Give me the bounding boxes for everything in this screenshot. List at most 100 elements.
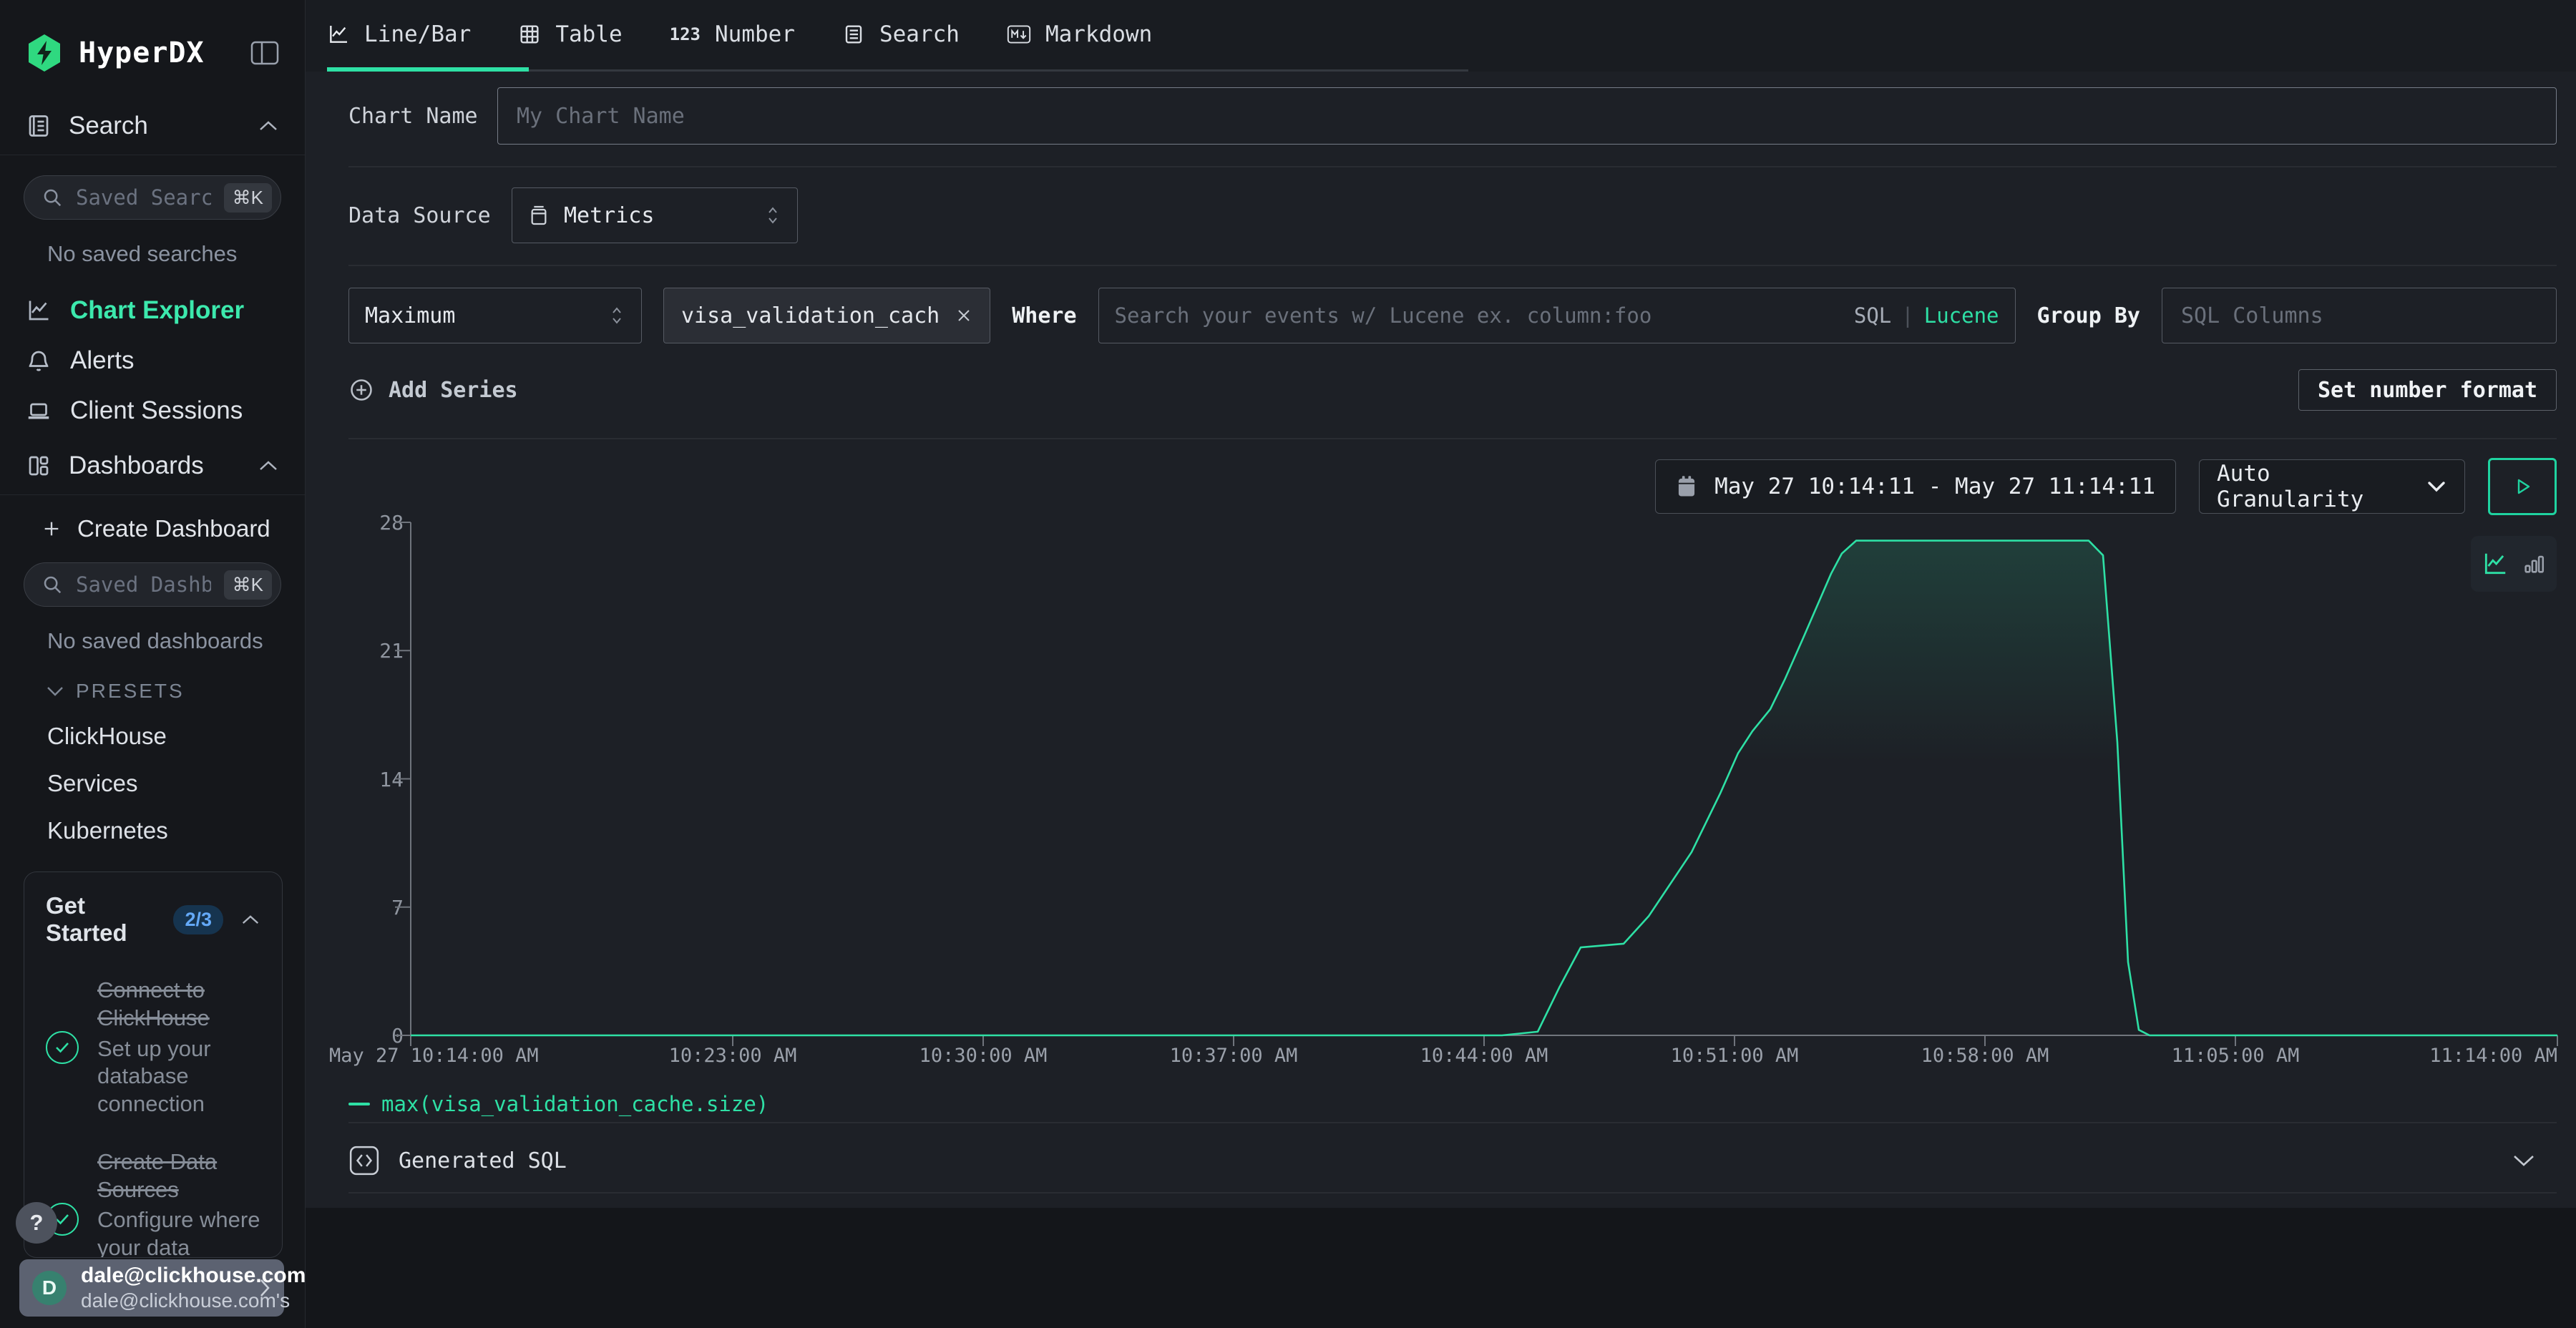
- tab-line-bar[interactable]: Line/Bar: [327, 21, 471, 72]
- app-title: HyperDX: [79, 36, 205, 69]
- presets-label: PRESETS: [76, 680, 185, 703]
- sidebar-section-dashboards[interactable]: Dashboards: [0, 451, 305, 480]
- chevron-right-icon: [258, 1277, 271, 1299]
- chart-legend[interactable]: max(visa_validation_cache.size): [348, 1092, 2557, 1116]
- chart-builder-panel: Chart Name Data Source Metrics: [306, 72, 2576, 1328]
- saved-searches-input[interactable]: Saved Searches ⌘K: [24, 175, 281, 220]
- get-started-card: Get Started 2/3 Connect to ClickHouse Se…: [24, 872, 283, 1258]
- app-window: HyperDX Search Saved Searches ⌘K No save…: [0, 0, 2576, 1328]
- set-number-format-button[interactable]: Set number format: [2298, 369, 2557, 411]
- plus-icon: [42, 519, 62, 539]
- code-icon: [348, 1145, 380, 1176]
- where-search-box[interactable]: SQL | Lucene: [1098, 288, 2016, 343]
- calendar-icon: [1676, 475, 1697, 498]
- saved-searches-placeholder: Saved Searches: [76, 185, 211, 210]
- chevron-up-icon[interactable]: [258, 119, 279, 132]
- chart-name-label: Chart Name: [348, 104, 479, 129]
- sql-mode-option[interactable]: SQL: [1854, 303, 1891, 328]
- add-series-label: Add Series: [389, 378, 518, 403]
- lucene-mode-option[interactable]: Lucene: [1924, 303, 1999, 328]
- shortcut-badge: ⌘K: [224, 570, 272, 600]
- aggregation-select[interactable]: Maximum: [348, 288, 642, 343]
- line-chart-icon: [26, 298, 52, 323]
- help-button[interactable]: ?: [16, 1202, 57, 1244]
- hyperdx-logo-icon: [26, 33, 63, 73]
- granularity-value: Auto Granularity: [2217, 461, 2426, 512]
- get-started-progress-badge: 2/3: [173, 905, 223, 934]
- sidebar-item-label: Client Sessions: [70, 396, 243, 425]
- where-search-input[interactable]: [1115, 303, 1841, 328]
- bar-chart-toggle-icon[interactable]: [2522, 552, 2546, 576]
- tab-number[interactable]: 123 Number: [670, 21, 795, 72]
- generated-sql-label: Generated SQL: [399, 1148, 567, 1173]
- create-dashboard-button[interactable]: Create Dashboard: [42, 515, 305, 542]
- run-query-button[interactable]: [2488, 458, 2557, 515]
- get-started-step-connect[interactable]: Connect to ClickHouse Set up your databa…: [46, 977, 260, 1118]
- x-tick-label: 10:51:00 AM: [1671, 1045, 1799, 1067]
- no-saved-searches-text: No saved searches: [47, 241, 305, 267]
- circle-plus-icon: [348, 377, 374, 403]
- tab-label: Line/Bar: [364, 21, 471, 47]
- sidebar: HyperDX Search Saved Searches ⌘K No save…: [0, 0, 306, 1328]
- chart-svg[interactable]: [382, 508, 2572, 1073]
- data-source-value: Metrics: [564, 203, 654, 228]
- presets-toggle[interactable]: PRESETS: [46, 680, 305, 703]
- get-started-header[interactable]: Get Started 2/3: [46, 892, 260, 947]
- updown-chevrons-icon: [764, 204, 781, 227]
- close-icon[interactable]: [955, 307, 972, 324]
- sidebar-item-client-sessions[interactable]: Client Sessions: [0, 386, 305, 436]
- tab-label: Number: [715, 21, 795, 47]
- sidebar-section-search[interactable]: Search: [0, 112, 305, 140]
- search-icon: [42, 187, 63, 208]
- tab-markdown[interactable]: Markdown: [1007, 21, 1152, 72]
- sidebar-collapse-icon[interactable]: [250, 41, 279, 65]
- sidebar-item-chart-explorer[interactable]: Chart Explorer: [0, 285, 305, 336]
- sidebar-divider: [0, 494, 305, 495]
- group-by-label: Group By: [2037, 303, 2141, 328]
- chevron-down-icon[interactable]: [2511, 1153, 2557, 1168]
- chart-name-input[interactable]: [497, 87, 2557, 145]
- date-range-picker[interactable]: May 27 10:14:11 - May 27 11:14:11: [1655, 459, 2176, 514]
- saved-dashboards-input[interactable]: Saved Dashboards ⌘K: [24, 562, 281, 607]
- laptop-icon: [26, 398, 52, 424]
- user-team: dale@clickhouse.com's: [81, 1289, 244, 1312]
- metric-tag[interactable]: visa_validation_cach: [663, 288, 990, 343]
- chart-controls: May 27 10:14:11 - May 27 11:14:11 Auto G…: [348, 458, 2557, 515]
- line-chart-toggle-icon[interactable]: [2482, 550, 2509, 577]
- x-tick-label: 10:23:00 AM: [669, 1045, 797, 1067]
- step-desc: Configure where your data comes from: [97, 1206, 260, 1258]
- group-by-input[interactable]: [2162, 288, 2557, 343]
- tab-search[interactable]: Search: [842, 21, 960, 72]
- page-background-below-panel: [306, 1208, 2576, 1328]
- tab-table[interactable]: Table: [518, 21, 622, 72]
- chart-type-tabbar: Line/Bar Table 123 Number Search: [306, 0, 2576, 72]
- x-tick-label: 11:05:00 AM: [2172, 1045, 2300, 1067]
- preset-services[interactable]: Services: [47, 770, 305, 797]
- markdown-icon: [1007, 24, 1031, 45]
- preset-kubernetes[interactable]: Kubernetes: [47, 817, 305, 844]
- no-saved-dashboards-text: No saved dashboards: [47, 628, 305, 654]
- query-language-switch[interactable]: SQL | Lucene: [1854, 303, 1999, 328]
- granularity-select[interactable]: Auto Granularity: [2199, 459, 2465, 514]
- logo-row: HyperDX: [0, 0, 305, 73]
- chart-display-toggle[interactable]: [2471, 536, 2557, 592]
- add-series-button[interactable]: Add Series: [348, 377, 518, 403]
- where-label: Where: [1012, 303, 1076, 328]
- chevron-down-icon: [46, 685, 64, 697]
- step-desc: Set up your database connection: [97, 1035, 260, 1118]
- user-profile-button[interactable]: D dale@clickhouse.com dale@clickhouse.co…: [19, 1259, 284, 1317]
- sidebar-item-alerts[interactable]: Alerts: [0, 336, 305, 386]
- data-source-select[interactable]: Metrics: [512, 187, 798, 243]
- chevron-up-icon[interactable]: [240, 914, 260, 926]
- preset-clickhouse[interactable]: ClickHouse: [47, 723, 305, 750]
- generated-sql-toggle[interactable]: Generated SQL: [348, 1129, 2557, 1192]
- sidebar-item-label: Alerts: [70, 346, 134, 375]
- sidebar-section-dashboards-label: Dashboards: [69, 451, 204, 480]
- get-started-step-datasources[interactable]: Create Data Sources Configure where your…: [46, 1148, 260, 1258]
- line-chart-icon: [327, 23, 350, 46]
- main-area: Line/Bar Table 123 Number Search: [306, 0, 2576, 1328]
- legend-series-label: max(visa_validation_cache.size): [381, 1092, 769, 1116]
- x-tick-label: 10:58:00 AM: [1921, 1045, 2049, 1067]
- chevron-up-icon[interactable]: [258, 459, 279, 472]
- journal-icon: [26, 113, 52, 139]
